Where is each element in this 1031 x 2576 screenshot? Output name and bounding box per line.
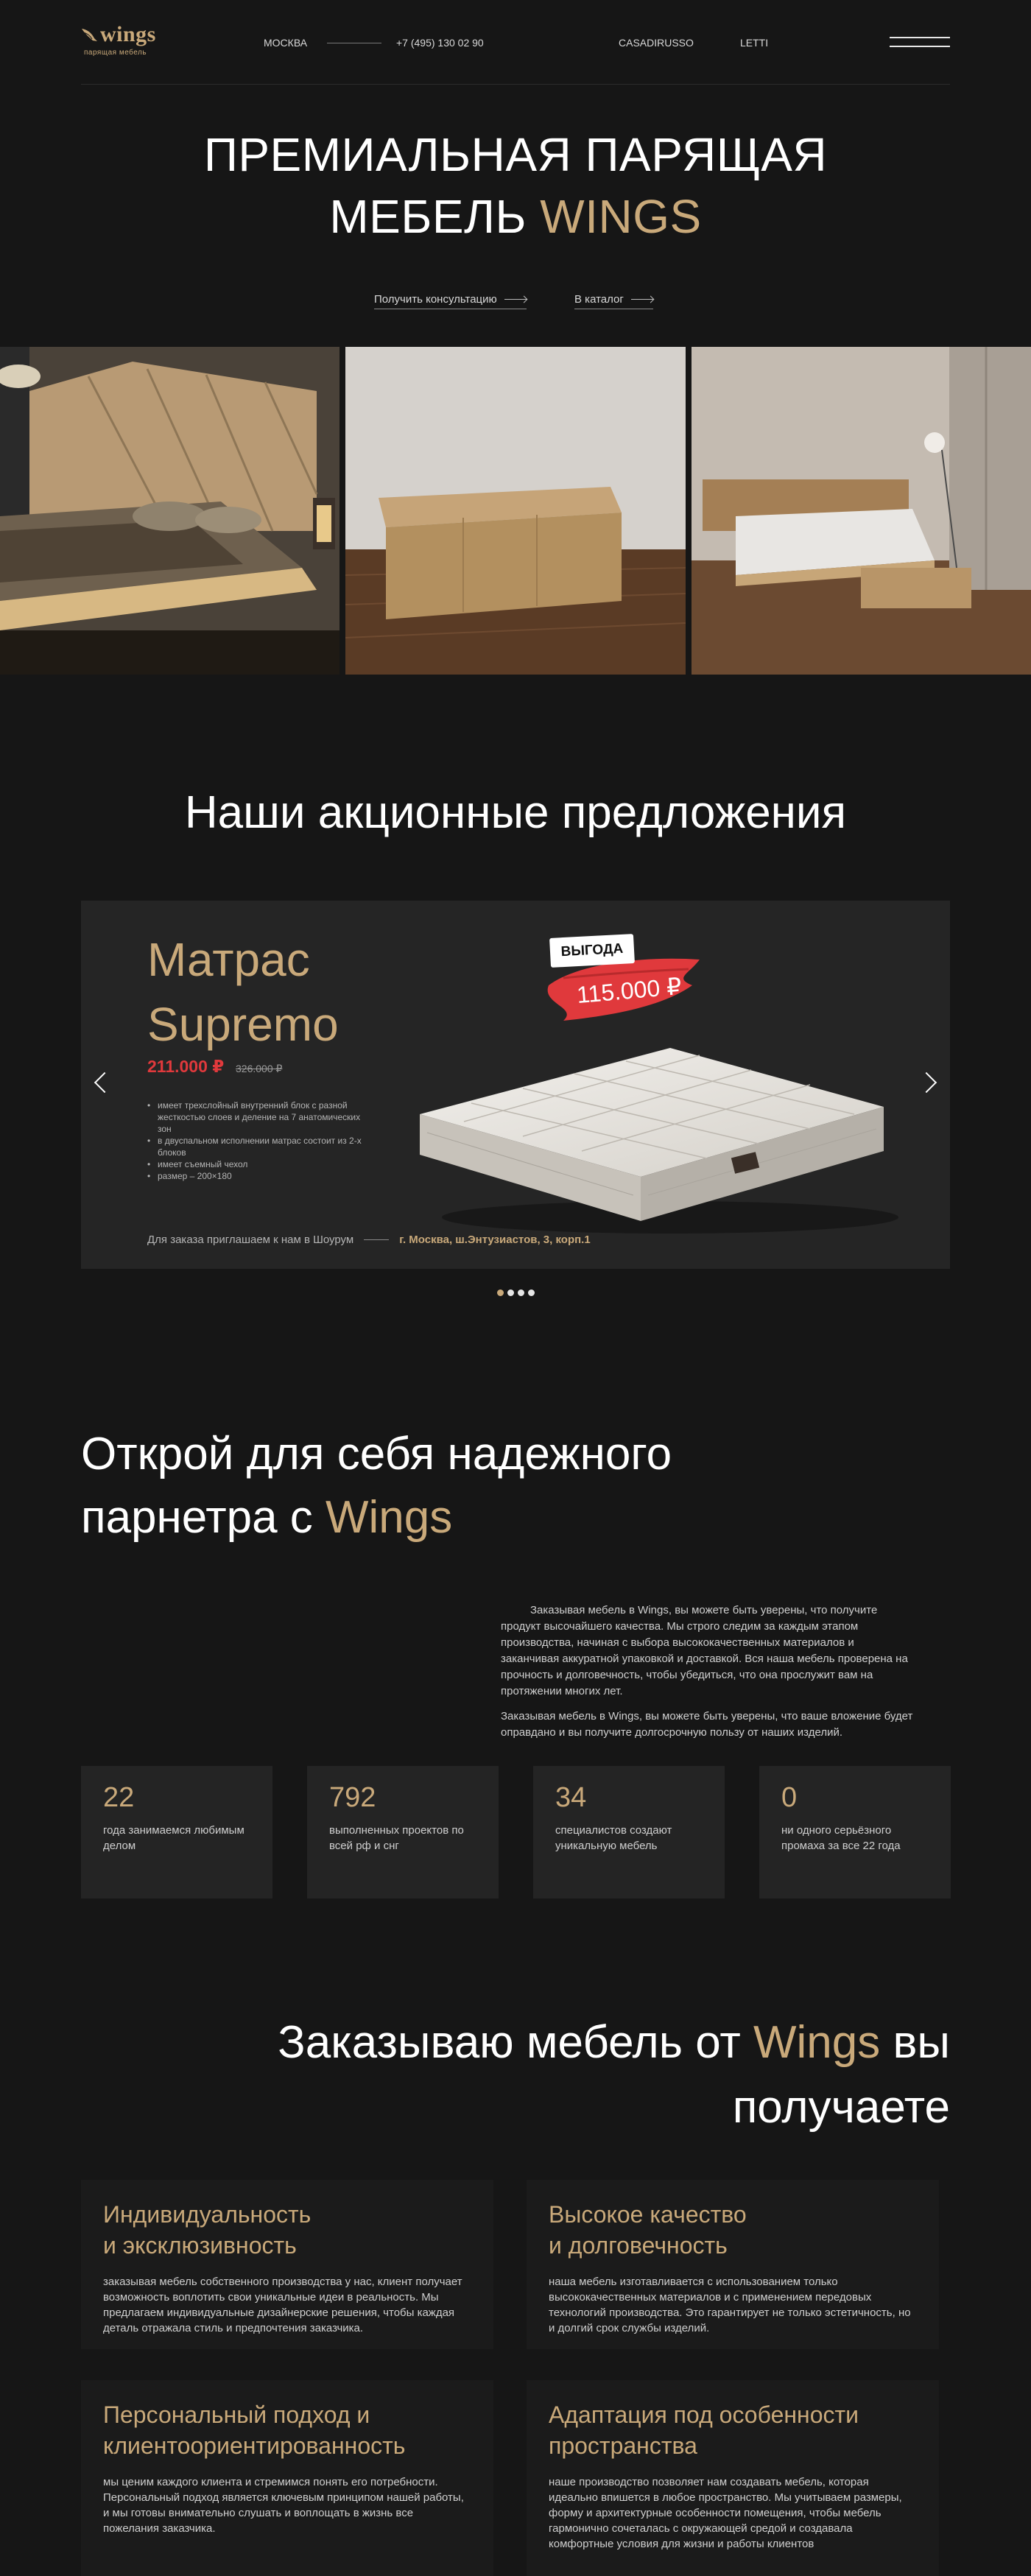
benefits-title-accent: Wings (753, 2017, 881, 2068)
benefit-heading: Высокое качество и долговечность (549, 2199, 917, 2261)
consultation-button[interactable]: Получить консультацию (374, 293, 527, 309)
stat-value: 0 (781, 1782, 798, 1813)
showroom-note: Для заказа приглашаем к нам в Шоурум г. … (147, 1234, 591, 1246)
paragraph: Заказывая мебель в Wings, вы можете быть… (501, 1710, 913, 1739)
benefit-card: Персональный подход и клиентоориентирова… (81, 2380, 493, 2576)
feature-item: имеет съемный чехол (147, 1158, 376, 1170)
partner-description: Заказывая мебель в Wings, вы можете быть… (501, 1602, 913, 1750)
catalog-button[interactable]: В каталог (574, 293, 653, 309)
hero-title-line2: МЕБЕЛЬ (329, 190, 541, 243)
benefit-heading-line2: и долговечность (549, 2232, 728, 2259)
benefit-card: Высокое качество и долговечность наша ме… (527, 2180, 939, 2349)
showroom-address[interactable]: г. Москва, ш.Энтузиастов, 3, корп.1 (399, 1234, 590, 1246)
benefit-heading-line2: и эксклюзивность (103, 2232, 297, 2259)
product-price: 211.000 ₽ (147, 1057, 225, 1076)
arrow-right-icon (630, 299, 653, 300)
stat-label: года занимаемся любимым делом (103, 1824, 244, 1852)
benefit-text: наша мебель изготавливается с использова… (549, 2276, 911, 2334)
gallery-photo-bed-headboard (0, 347, 339, 675)
logo-text: wings (100, 22, 156, 46)
menu-icon[interactable] (890, 34, 950, 50)
benefit-heading-line1: Индивидуальность (103, 2201, 312, 2228)
feature-item: размер – 200×180 (147, 1170, 376, 1182)
benefits-title: Заказываю мебель от Wings вы получаете (214, 2010, 950, 2140)
promos-title: Наши акционные предложения (184, 787, 847, 838)
product-name: Матрас Supremo (147, 927, 339, 1057)
benefit-text: наше производство позволяет нам создават… (549, 2476, 902, 2550)
benefit-text: мы ценим каждого клиента и стремимся пон… (103, 2476, 464, 2535)
product-name-line2: Supremo (147, 998, 339, 1051)
benefit-heading-line2: пространства (549, 2432, 697, 2459)
logo-wordmark: wings (81, 22, 156, 47)
hero-title-line1: ПРЕМИАЛЬНАЯ ПАРЯЩАЯ (203, 128, 828, 181)
consultation-label: Получить консультацию (374, 293, 497, 306)
site-header: wings парящая мебель МОСКВА +7 (495) 130… (81, 0, 950, 85)
product-old-price: 326.000 ₽ (236, 1063, 283, 1074)
feature-item: в двуспальном исполнении матрас состоит … (147, 1135, 376, 1158)
benefit-heading: Персональный подход и клиентоориентирова… (103, 2399, 471, 2461)
deal-badge: ВЫГОДА (549, 934, 635, 968)
hero-title: ПРЕМИАЛЬНАЯ ПАРЯЩАЯ МЕБЕЛЬ WINGS (0, 124, 1031, 247)
slider-dot[interactable] (507, 1289, 514, 1296)
slider-dot[interactable] (528, 1289, 535, 1296)
promo-card: Матрас Supremo 211.000 ₽ 326.000 ₽ имеет… (81, 901, 950, 1269)
nav-link-letti[interactable]: LETTI (740, 37, 768, 49)
slider-dot[interactable] (518, 1289, 524, 1296)
benefit-card: Адаптация под особенности пространства н… (527, 2380, 939, 2576)
slider-dot[interactable] (497, 1289, 504, 1296)
stat-value: 792 (329, 1782, 376, 1813)
stat-card: 34 специалистов создают уникальную мебел… (533, 1766, 725, 1898)
benefit-heading-line1: Адаптация под особенности (549, 2401, 859, 2428)
arrow-right-icon (504, 299, 527, 300)
logo[interactable]: wings парящая мебель (81, 22, 156, 57)
benefit-heading: Адаптация под особенности пространства (549, 2399, 917, 2461)
gallery-photo-bench (345, 347, 686, 675)
partner-title-line2: парнетра с (81, 1492, 326, 1543)
arrow-right-icon (364, 1239, 390, 1240)
stat-label: ни одного серьёзного промаха за все 22 г… (781, 1824, 901, 1852)
wing-icon (82, 29, 97, 41)
mattress-image (420, 1048, 898, 1234)
paragraph: Заказывая мебель в Wings, вы можете быть… (501, 1604, 908, 1697)
benefit-heading-line1: Высокое качество (549, 2201, 747, 2228)
benefit-heading-line1: Персональный подход и (103, 2401, 370, 2428)
benefits-title-prefix: Заказываю мебель от (278, 2017, 753, 2068)
stat-label: специалистов создают уникальную мебель (555, 1824, 672, 1852)
partner-title-line1: Открой для себя надежного (81, 1429, 672, 1479)
partner-title-accent: Wings (326, 1492, 453, 1543)
benefit-card: Индивидуальность и эксклюзивность заказы… (81, 2180, 493, 2349)
benefit-text: заказывая мебель собственного производст… (103, 2276, 462, 2334)
slider-pagination (497, 1289, 535, 1296)
chevron-right-icon[interactable] (921, 1066, 941, 1099)
gallery-photo-bedroom (692, 347, 1031, 675)
stat-label: выполненных проектов по всей рф и снг (329, 1824, 464, 1852)
product-name-line1: Матрас (147, 933, 310, 986)
product-features: имеет трехслойный внутренний блок с разн… (147, 1099, 376, 1182)
nav-link-casadirusso[interactable]: CASADIRUSSO (619, 37, 694, 49)
city-label: МОСКВА (264, 37, 308, 49)
hero-gallery (0, 347, 1031, 675)
benefit-heading-line2: клиентоориентированность (103, 2432, 406, 2459)
stat-value: 22 (103, 1782, 135, 1813)
catalog-label: В каталог (574, 293, 624, 306)
partner-title: Открой для себя надежного парнетра с Win… (81, 1423, 672, 1549)
benefits-title-suffix: вы (880, 2017, 950, 2068)
showroom-text: Для заказа приглашаем к нам в Шоурум (147, 1234, 354, 1246)
benefits-title-line2: получаете (732, 2082, 950, 2133)
chevron-left-icon[interactable] (90, 1066, 110, 1099)
phone-link[interactable]: +7 (495) 130 02 90 (396, 37, 484, 49)
stats-row: 22 года занимаемся любимым делом 792 вып… (81, 1766, 951, 1898)
feature-item: имеет трехслойный внутренний блок с разн… (147, 1099, 376, 1135)
stat-value: 34 (555, 1782, 587, 1813)
stat-card: 22 года занимаемся любимым делом (81, 1766, 272, 1898)
logo-tagline: парящая мебель (84, 49, 147, 57)
benefit-heading: Индивидуальность и эксклюзивность (103, 2199, 471, 2261)
stat-card: 792 выполненных проектов по всей рф и сн… (307, 1766, 499, 1898)
hero-title-accent: WINGS (540, 190, 702, 243)
stat-card: 0 ни одного серьёзного промаха за все 22… (759, 1766, 951, 1898)
